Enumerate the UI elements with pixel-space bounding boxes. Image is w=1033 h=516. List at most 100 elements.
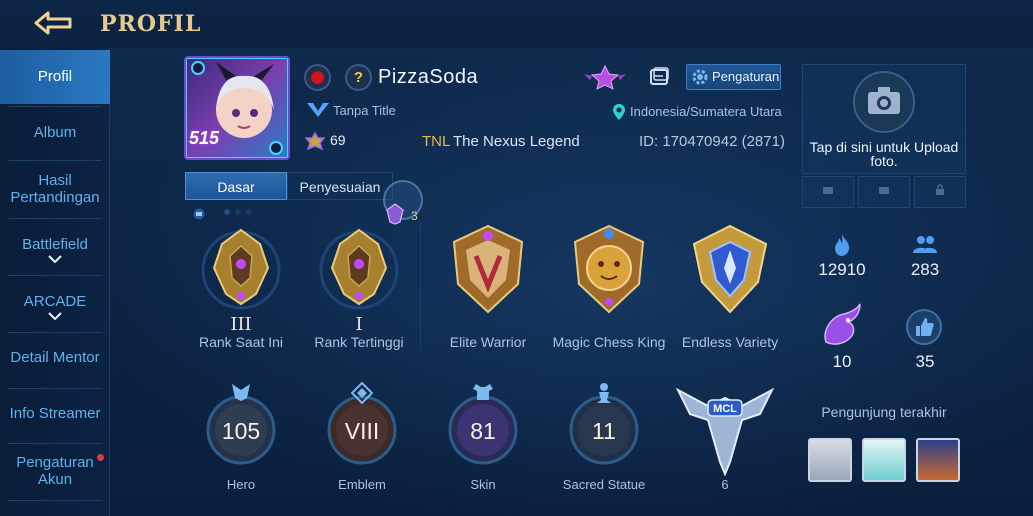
thumbs-up-icon[interactable]	[905, 308, 943, 346]
hero-icon	[232, 384, 250, 401]
page-dot	[246, 209, 252, 215]
back-arrow-icon[interactable]	[26, 8, 78, 38]
tab-dasar[interactable]: Dasar	[185, 172, 287, 200]
side-stat-value: 35	[915, 352, 935, 371]
mcl-trophy-icon[interactable]: MCL	[670, 384, 780, 476]
sidebar-item-label: ARCADE	[23, 293, 87, 310]
visitor-avatar[interactable]	[916, 438, 960, 482]
chevron-down-icon	[48, 312, 62, 320]
squad-name[interactable]: The Nexus Legend	[453, 133, 580, 150]
camera-icon	[853, 71, 915, 133]
dragon-icon[interactable]	[818, 302, 864, 350]
sidebar-item-label: Album	[33, 124, 77, 141]
stat-label: Sacred Statue	[562, 477, 646, 492]
location-pin-icon	[613, 104, 625, 120]
popularity-icon	[304, 131, 326, 151]
side-stat-value: 12910	[818, 260, 866, 279]
squad-tag: TNL	[422, 133, 451, 150]
page-title: PROFIL	[100, 11, 202, 37]
stat-label: Emblem	[338, 477, 386, 492]
avatar-level-badge: 515	[189, 128, 220, 148]
sidebar-divider	[8, 160, 102, 161]
sidebar-divider	[8, 106, 102, 107]
page-dot	[224, 209, 230, 215]
sidebar-item-album[interactable]: Album	[0, 124, 110, 141]
player-id[interactable]: ID: 170470942 (2871)	[639, 133, 785, 150]
title-wings-icon	[307, 103, 329, 117]
stat-label: 6	[721, 477, 729, 492]
rank-current-tier: III	[230, 314, 252, 335]
sidebar-item-label: Battlefield	[22, 236, 88, 253]
sidebar-item-detail-mentor[interactable]: Detail Mentor	[0, 349, 110, 366]
flame-icon	[835, 234, 850, 256]
rank-current-medal-icon[interactable]	[198, 222, 284, 310]
swap-icon[interactable]	[192, 208, 206, 220]
card-icon[interactable]	[648, 66, 670, 88]
tab-penyesuaian[interactable]: Penyesuaian	[287, 172, 393, 200]
player-name: PizzaSoda	[378, 66, 479, 88]
stat-value: 11	[592, 418, 616, 444]
sidebar-item-pengaturan-akun[interactable]: Pengaturan Akun	[0, 454, 110, 488]
sidebar-divider	[8, 332, 102, 333]
sidebar-item-hasil-pertandingan[interactable]: Hasil Pertandingan	[0, 172, 110, 206]
rank-highest-medal-icon[interactable]	[316, 222, 402, 310]
side-stat-value: 10	[832, 352, 852, 371]
elite-warrior-medal-icon[interactable]	[444, 222, 532, 318]
sidebar-item-label: Detail Mentor	[10, 349, 100, 366]
lock-icon	[936, 184, 944, 195]
stat-value: 105	[221, 418, 261, 444]
skin-icon	[473, 384, 493, 400]
svg-text:MCL: MCL	[713, 403, 737, 415]
sidebar-item-label: Hasil Pertandingan	[10, 172, 100, 206]
top-bar: PROFIL	[0, 0, 1033, 48]
achievement-label: Magic Chess King	[552, 334, 666, 350]
sidebar-divider	[8, 500, 102, 501]
sidebar-item-label: Profil	[37, 68, 73, 85]
sidebar-item-battlefield[interactable]: Battlefield	[0, 236, 110, 263]
page-dot	[235, 209, 241, 215]
sidebar-item-label: Pengaturan Akun	[16, 454, 94, 488]
notification-dot	[97, 454, 104, 461]
visitor-avatar[interactable]	[808, 438, 852, 482]
people-icon	[913, 236, 937, 253]
popularity-value: 69	[330, 132, 346, 148]
sidebar-divider	[8, 275, 102, 276]
upload-photo-text[interactable]: Tap di sini untuk Upload foto.	[802, 140, 966, 168]
rank-highest-label: Rank Tertinggi	[314, 334, 404, 350]
sidebar-divider	[8, 388, 102, 389]
achievement-label: Endless Variety	[681, 334, 779, 350]
endless-variety-medal-icon[interactable]	[686, 222, 774, 318]
sidebar-divider	[8, 218, 102, 219]
chevron-down-icon	[48, 255, 62, 263]
magic-chess-king-medal-icon[interactable]	[565, 222, 653, 318]
sidebar-item-label: Info Streamer	[9, 405, 101, 422]
sidebar: Profil Album Hasil Pertandingan Battlefi…	[0, 48, 110, 516]
side-stat-value: 283	[910, 260, 940, 279]
avatar[interactable]: 515	[184, 56, 290, 160]
stat-label: Skin	[470, 477, 496, 492]
statue-icon	[597, 383, 611, 403]
stat-label: Hero	[226, 477, 256, 492]
stat-value: VIII	[344, 418, 380, 444]
achievement-label: Elite Warrior	[449, 334, 527, 350]
emblem-icon	[351, 382, 373, 404]
settings-button[interactable]: Pengaturan	[686, 64, 781, 90]
recent-visitors-label: Pengunjung terakhir	[821, 404, 947, 420]
star-badge-icon[interactable]	[582, 64, 628, 90]
question-icon[interactable]: ?	[345, 64, 372, 91]
country-flag-icon	[304, 64, 331, 91]
sidebar-item-info-streamer[interactable]: Info Streamer	[0, 405, 110, 422]
player-location: Indonesia/Sumatera Utara	[630, 104, 782, 119]
rank-badge-count: 3	[411, 209, 418, 223]
player-title: Tanpa Title	[333, 103, 396, 118]
visitor-avatar[interactable]	[862, 438, 906, 482]
gear-icon	[692, 69, 708, 85]
settings-button-label: Pengaturan	[712, 69, 780, 84]
sidebar-item-arcade[interactable]: ARCADE	[0, 293, 110, 320]
camera-small-icon	[879, 187, 889, 194]
sidebar-divider	[8, 443, 102, 444]
camera-small-icon	[823, 187, 833, 194]
rank-divider	[420, 222, 421, 350]
sidebar-item-profil[interactable]: Profil	[0, 50, 110, 104]
stat-value: 81	[470, 418, 496, 444]
